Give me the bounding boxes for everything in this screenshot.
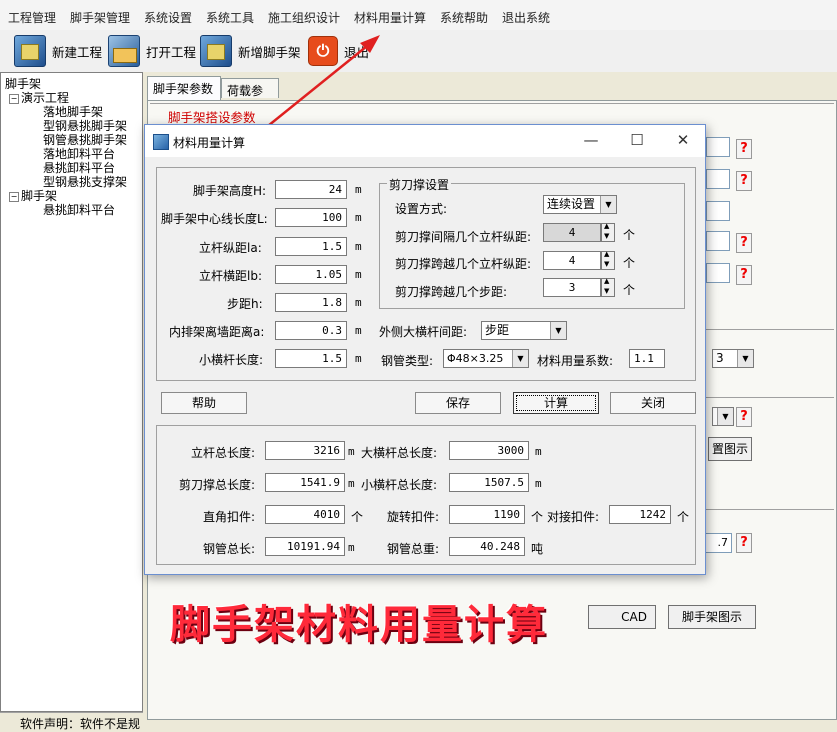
spinner-arrows-icon[interactable] (601, 222, 615, 242)
param-label: 小横杆长度: (199, 353, 264, 367)
result-label: 大横杆总长度: (361, 446, 438, 460)
unit-label: m (355, 211, 362, 224)
unit-label: m (348, 445, 355, 458)
spinner-arrows-icon[interactable] (601, 250, 615, 270)
unit-label: 个 (677, 510, 690, 524)
scissor-interval-label: 剪刀撑间隔几个立杆纵距: (395, 230, 532, 244)
pipe-weight-output: 40.248 (449, 537, 525, 556)
length-input[interactable]: 100 (275, 208, 347, 227)
pipe-type-select[interactable]: Φ48×3.25 ▼ (443, 349, 529, 368)
close-window-button[interactable]: ✕ (663, 129, 703, 153)
scissor-steps-input[interactable]: 3 (543, 278, 601, 297)
scissor-mode-select[interactable]: 连续设置 ▼ (543, 195, 617, 214)
app-icon (153, 134, 169, 150)
big-bar-output: 3000 (449, 441, 529, 460)
result-label: 钢管总长: (203, 542, 256, 556)
result-label: 旋转扣件: (387, 510, 440, 524)
material-calc-dialog: 材料用量计算 — ☐ ✕ 脚手架高度H: 24 m 脚手架中心线长度L: 100… (144, 124, 706, 575)
result-label: 立杆总长度: (191, 446, 256, 460)
help-button[interactable]: 帮助 (161, 392, 247, 414)
param-label: 立杆纵距la: (199, 241, 262, 255)
unit-label: m (355, 296, 362, 309)
small-bar-output: 1507.5 (449, 473, 529, 492)
close-button[interactable]: 关闭 (610, 392, 696, 414)
unit-label: m (535, 445, 542, 458)
scissor-mode-label: 设置方式: (395, 202, 448, 216)
wall-distance-input[interactable]: 0.3 (275, 321, 347, 340)
minimize-button[interactable]: — (571, 129, 611, 153)
scissor-span-label: 剪刀撑跨越几个立杆纵距: (395, 257, 532, 271)
unit-label: m (355, 240, 362, 253)
unit-label: m (348, 477, 355, 490)
param-label: 立杆横距lb: (199, 269, 262, 283)
calculate-button[interactable]: 计算 (513, 392, 599, 414)
unit-label: 个 (623, 283, 636, 297)
pipe-length-output: 10191.94 (265, 537, 345, 556)
outer-bar-label: 外侧大横杆间距: (379, 325, 468, 339)
chevron-down-icon: ▼ (550, 322, 566, 339)
chevron-down-icon: ▼ (512, 350, 528, 367)
save-button[interactable]: 保存 (415, 392, 501, 414)
unit-label: 个 (351, 510, 364, 524)
caption-banner: 脚手架材料用量计算 (170, 601, 548, 648)
result-label: 直角扣件: (203, 510, 256, 524)
unit-label: 个 (623, 256, 636, 270)
coef-input[interactable]: 1.1 (629, 349, 665, 368)
pipe-type-label: 钢管类型: (381, 354, 434, 368)
coef-label: 材料用量系数: (537, 354, 614, 368)
unit-label: m (355, 183, 362, 196)
unit-label: m (348, 541, 355, 554)
maximize-button[interactable]: ☐ (617, 129, 657, 153)
unit-label: m (355, 324, 362, 337)
scissor-total-output: 1541.9 (265, 473, 345, 492)
pipe-type-value: Φ48×3.25 (447, 352, 504, 365)
pole-total-output: 3216 (265, 441, 345, 460)
unit-label: m (355, 268, 362, 281)
swivel-output: 1190 (449, 505, 525, 524)
param-label: 脚手架高度H: (193, 184, 267, 198)
outer-bar-value: 步距 (485, 323, 510, 337)
spinner-arrows-icon[interactable] (601, 277, 615, 297)
chevron-down-icon: ▼ (600, 196, 616, 213)
unit-label: m (535, 477, 542, 490)
right-angle-output: 4010 (265, 505, 345, 524)
pole-la-input[interactable]: 1.5 (275, 237, 347, 256)
pole-lb-input[interactable]: 1.05 (275, 265, 347, 284)
unit-label: m (355, 352, 362, 365)
height-input[interactable]: 24 (275, 180, 347, 199)
param-label: 内排架离墙距离a: (169, 325, 265, 339)
butt-output: 1242 (609, 505, 671, 524)
unit-label: 个 (531, 510, 544, 524)
step-input[interactable]: 1.8 (275, 293, 347, 312)
scissor-mode-value: 连续设置 (547, 197, 596, 211)
scissor-steps-label: 剪刀撑跨越几个步距: (395, 285, 508, 299)
scissor-span-input[interactable]: 4 (543, 251, 601, 270)
outer-bar-select[interactable]: 步距 ▼ (481, 321, 567, 340)
param-label: 脚手架中心线长度L: (161, 212, 268, 226)
dialog-title: 材料用量计算 (173, 136, 246, 150)
result-label: 对接扣件: (547, 510, 600, 524)
unit-label: 个 (623, 228, 636, 242)
result-label: 小横杆总长度: (361, 478, 438, 492)
scissor-interval-input[interactable]: 4 (543, 223, 601, 242)
small-bar-input[interactable]: 1.5 (275, 349, 347, 368)
result-label: 剪刀撑总长度: (179, 478, 256, 492)
scissor-group-title: 剪刀撑设置 (387, 176, 452, 193)
result-label: 钢管总重: (387, 542, 440, 556)
param-label: 步距h: (227, 297, 263, 311)
unit-label: 吨 (531, 542, 544, 556)
dialog-title-bar[interactable]: 材料用量计算 — ☐ ✕ (145, 125, 705, 157)
